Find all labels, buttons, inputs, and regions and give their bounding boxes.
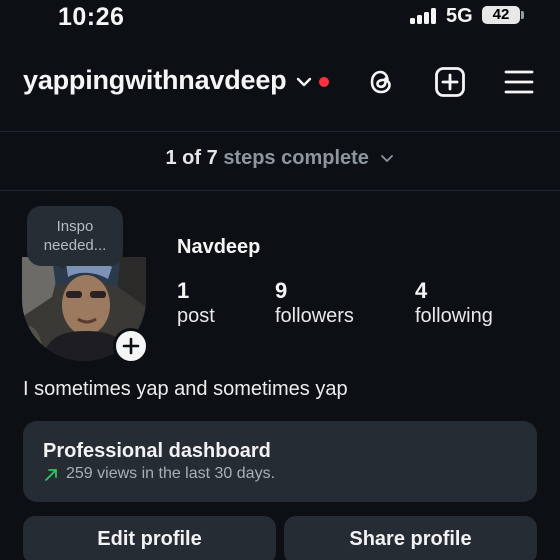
create-icon[interactable] (434, 66, 466, 98)
plus-icon (122, 337, 140, 355)
battery-icon (521, 11, 524, 19)
chevron-down-icon[interactable] (295, 75, 313, 89)
display-name: Navdeep (177, 236, 261, 258)
header-divider (0, 131, 560, 132)
steps-text: steps complete (223, 147, 369, 169)
note-line-1: Inspo (56, 218, 94, 235)
steps-count: 1 of 7 (165, 147, 218, 169)
following-count[interactable]: 4 (415, 278, 427, 304)
battery-level: 42 (482, 6, 520, 24)
steps-progress[interactable]: 1 of 7 steps complete (0, 147, 560, 170)
share-profile-button[interactable]: Share profile (284, 516, 537, 560)
menu-icon[interactable] (503, 66, 535, 98)
add-story-button[interactable] (113, 328, 149, 364)
followers-label[interactable]: followers (275, 305, 354, 328)
account-username[interactable]: yappingwithnavdeep (23, 65, 287, 96)
chevron-down-icon (381, 154, 394, 162)
professional-dashboard-card[interactable]: Professional dashboard 259 views in the … (23, 421, 537, 502)
dashboard-views: 259 views in the last 30 days. (66, 465, 276, 482)
threads-icon[interactable] (365, 66, 397, 98)
trend-up-icon (45, 469, 57, 481)
note-bubble-tail (58, 262, 70, 270)
following-label[interactable]: following (415, 305, 493, 328)
profile-bio: I sometimes yap and sometimes yap (23, 378, 348, 400)
dashboard-title: Professional dashboard (43, 440, 271, 462)
edit-profile-button[interactable]: Edit profile (23, 516, 276, 560)
posts-label[interactable]: post (177, 305, 215, 328)
network-type: 5G (446, 5, 473, 27)
notification-dot (319, 77, 329, 87)
inspo-note-bubble[interactable]: Inspo needed... (27, 206, 123, 266)
posts-count[interactable]: 1 (177, 278, 189, 304)
followers-count[interactable]: 9 (275, 278, 287, 304)
profile-screen: 10:26 5G 42 yappingwithnavdeep 1 of 7 st… (0, 0, 560, 560)
status-time: 10:26 (58, 3, 125, 31)
steps-divider (0, 190, 560, 191)
signal-icon (410, 8, 438, 24)
note-line-2: needed... (43, 237, 107, 254)
